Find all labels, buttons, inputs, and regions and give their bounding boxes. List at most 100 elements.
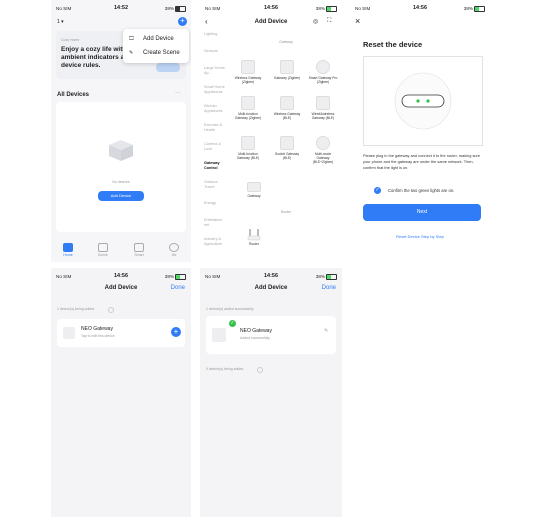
confirm-label: Confirm the two green lights are on. xyxy=(388,188,455,193)
gateway-icon xyxy=(316,136,330,150)
reset-device-screen: No SIM 14:56 38% × Reset the device Plea… xyxy=(350,0,490,262)
being-added-label: 1 device(s) being added xyxy=(57,307,95,311)
close-icon[interactable]: × xyxy=(355,16,360,26)
reset-step-link[interactable]: Reset Device Step by Step xyxy=(350,234,490,239)
status-bar: No SIM 14:56 38% xyxy=(200,4,342,14)
card-button[interactable] xyxy=(156,63,180,72)
spinner-icon xyxy=(108,307,114,313)
gateway-icon xyxy=(280,96,294,110)
spinner-icon xyxy=(257,367,263,373)
next-button[interactable]: Next xyxy=(363,204,481,221)
me-icon xyxy=(169,243,179,252)
edit-icon: ✎ xyxy=(129,50,134,56)
battery: 38% xyxy=(165,6,186,12)
gateway-led-illustration xyxy=(394,72,452,130)
category-industry[interactable]: Industry & Agriculture xyxy=(204,237,228,246)
being-added-label: 0 device(s) being added xyxy=(206,367,244,371)
edit-icon[interactable]: ✎ xyxy=(324,328,328,334)
add-icon[interactable]: + xyxy=(178,17,187,26)
home-selector[interactable]: 1 ▾ xyxy=(57,19,64,25)
add-device-screen: No SIM 14:56 38% ‹ Add Device ◎ ⛶ Lighti… xyxy=(200,0,342,262)
gateway-icon xyxy=(241,60,255,74)
gateway-icon xyxy=(316,60,330,74)
device-illustration xyxy=(363,56,483,146)
device-added-screen: No SIM 14:56 38% Add Device Done 1 devic… xyxy=(200,268,342,517)
device-item[interactable]: Multi-function Gateway (BLE) xyxy=(233,136,263,160)
add-device-button[interactable]: Add Device xyxy=(98,191,144,201)
devices-panel: No devices Add Device xyxy=(56,102,186,232)
monitor-icon: 🖵 xyxy=(129,36,134,42)
more-icon[interactable]: ··· xyxy=(175,90,181,96)
status-bar: No SIM 14:56 38% xyxy=(200,272,342,282)
socket-icon xyxy=(280,136,294,150)
device-item[interactable]: Gateway (Zigbee) xyxy=(272,60,302,80)
category-exercise[interactable]: Exercise & Health xyxy=(204,123,228,132)
smart-icon xyxy=(134,243,144,252)
done-button[interactable]: Done xyxy=(171,285,185,291)
menu-create-scene[interactable]: ✎ Create Scene xyxy=(129,49,187,59)
done-button[interactable]: Done xyxy=(322,285,336,291)
device-subtext: Tap to edit this device xyxy=(81,334,115,338)
category-lighting[interactable]: Lighting xyxy=(204,32,228,37)
gateway-icon xyxy=(212,328,226,342)
device-card[interactable]: ✓ NEO Gateway Added successfully ✎ xyxy=(206,316,336,354)
scan-icon[interactable]: ⛶ xyxy=(327,18,331,25)
battery-icon xyxy=(175,6,186,12)
gateway-icon xyxy=(241,96,255,110)
battery-icon xyxy=(326,274,337,280)
nav-scene[interactable]: Scene xyxy=(93,243,113,257)
status-bar: No SIM 14:56 38% xyxy=(350,4,490,14)
device-item[interactable]: Wireless Gateway (BLE) xyxy=(272,96,302,120)
router-heading: Router xyxy=(280,210,292,214)
empty-box-icon xyxy=(109,140,133,161)
device-subtext: Added successfully xyxy=(240,336,270,340)
gateway-heading: Gateway xyxy=(279,40,293,44)
chevron-down-icon: ▾ xyxy=(61,19,64,25)
device-item[interactable]: Wireless Gateway (Zigbee) xyxy=(233,60,263,84)
device-item[interactable]: Socket Gateway (BLE) xyxy=(272,136,302,160)
scene-icon xyxy=(98,243,108,252)
nav-home[interactable]: Home xyxy=(58,243,78,257)
card-small-text: Cozy Home xyxy=(61,38,80,42)
page-title: Reset the device xyxy=(363,40,423,49)
gateway-icon xyxy=(247,182,261,192)
menu-add-device[interactable]: 🖵 Add Device xyxy=(129,35,187,45)
category-large-home[interactable]: Large Home Ap... xyxy=(204,66,228,75)
add-icon[interactable]: + xyxy=(171,327,181,337)
settings-icon[interactable]: ◎ xyxy=(313,18,318,25)
gateway-icon xyxy=(241,136,255,150)
device-item[interactable]: Multi-mode Gateway (BLE+Zigbee) xyxy=(308,136,338,164)
device-item[interactable]: Wired&wireless Gateway (BLE) xyxy=(308,96,338,120)
device-item[interactable]: Gateway xyxy=(239,178,269,198)
page-title: Add Device xyxy=(254,19,288,25)
device-card[interactable]: NEO Gateway Tap to edit this device + xyxy=(57,319,185,347)
category-small-home[interactable]: Small Home Appliances xyxy=(204,85,228,94)
home-icon xyxy=(63,243,73,252)
category-sensors[interactable]: Sensors xyxy=(204,49,228,54)
gateway-icon xyxy=(63,327,75,339)
category-gateway[interactable]: Gateway Control xyxy=(204,161,228,170)
add-menu: 🖵 Add Device ✎ Create Scene xyxy=(123,29,189,63)
gateway-icon xyxy=(280,60,294,74)
all-devices-heading: All Devices xyxy=(57,92,90,98)
added-label: 1 device(s) added successfully xyxy=(206,307,254,311)
category-outdoor[interactable]: Outdoor Travel xyxy=(204,180,228,189)
category-energy[interactable]: Energy xyxy=(204,201,228,206)
device-item[interactable]: Smart Gateway Pro (Zigbee) xyxy=(308,60,338,84)
adding-device-screen: No SIM 14:56 38% Add Device Done 1 devic… xyxy=(51,268,191,517)
device-name: NEO Gateway xyxy=(240,328,272,334)
gateway-icon xyxy=(316,96,330,110)
category-kitchen[interactable]: Kitchen Appliances xyxy=(204,104,228,113)
nav-me[interactable]: Me xyxy=(164,243,184,257)
empty-text: No devices xyxy=(112,180,130,184)
home-screen: No SIM 14:52 38% 1 ▾ + Cozy Home Enjoy a… xyxy=(51,0,191,262)
category-camera[interactable]: Camera & Lock xyxy=(204,142,228,151)
nav-smart[interactable]: Smart xyxy=(129,243,149,257)
instructions-text: Please plug in the gateway and connect i… xyxy=(363,153,481,170)
device-item[interactable]: Router xyxy=(239,228,269,246)
status-bar: No SIM 14:56 38% xyxy=(51,272,191,282)
category-entertainment[interactable]: Entertainm ent xyxy=(204,218,228,227)
device-item[interactable]: Multi-function Gateway (Zigbee) xyxy=(233,96,263,120)
checkbox-checked-icon[interactable]: ✓ xyxy=(374,187,381,194)
router-icon xyxy=(247,229,261,241)
